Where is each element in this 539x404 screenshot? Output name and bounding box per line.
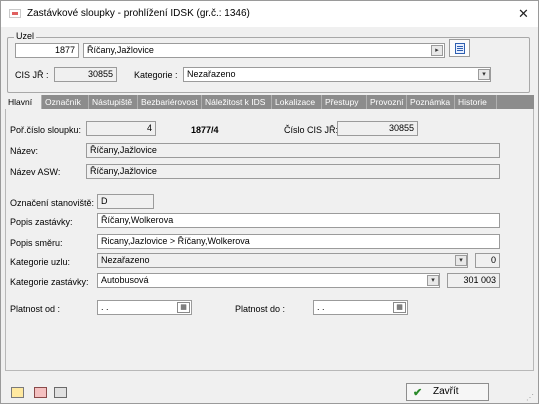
popis-smeru-field[interactable]: Ricany,Jazlovice > Říčany,Wolkerova [97,234,500,249]
uzel-cis-jr-label: CIS JŘ : [15,70,49,80]
oznaceni-label: Označení stanoviště: [10,198,95,208]
platnost-do-calendar-icon[interactable]: ▦ [393,302,406,313]
popis-zastavky-field[interactable]: Říčany,Wolkerova [97,213,500,228]
uzel-kategorie-dropdown-icon[interactable]: ▾ [478,69,490,80]
dialog-window: Zastávkové sloupky - prohlížení IDSK (gr… [0,0,539,404]
tab-nalezitost-ids[interactable]: Náležitost k IDS [202,95,272,109]
code-display: 1877/4 [191,125,219,135]
tab-bezbarierovost[interactable]: Bezbariérovost [138,95,202,109]
edit-record-icon [34,387,47,398]
nazev-asw-label: Název ASW: [10,167,61,177]
tab-historie[interactable]: Historie [455,95,497,109]
zavrit-label: Zavřít [433,386,459,397]
kategorie-uzlu-label: Kategorie uzlu: [10,257,71,267]
uzel-expand-icon[interactable]: ▸ [431,45,443,56]
tab-poznamka[interactable]: Poznámka [407,95,455,109]
kategorie-zastavky-code: 301 003 [447,273,500,288]
kategorie-uzlu-dropdown-icon[interactable]: ▾ [455,255,467,266]
title-bar: Zastávkové sloupky - prohlížení IDSK (gr… [1,1,538,27]
list-icon [455,43,465,54]
resize-grip-icon[interactable]: ⋰ [526,393,536,403]
tab-prestupy[interactable]: Přestupy [322,95,367,109]
platnost-do-label: Platnost do : [235,304,286,314]
oznaceni-field[interactable]: D [97,194,154,209]
uzel-name-field[interactable]: Říčany,Jažlovice [83,43,445,58]
kategorie-uzlu-field: Nezařazeno [97,253,468,268]
tab-nastupiste[interactable]: Nástupiště [89,95,138,109]
tab-hlavni[interactable]: Hlavní [5,95,42,109]
uzel-list-button[interactable] [449,39,470,57]
platnost-od-calendar-icon[interactable]: ▦ [177,302,190,313]
por-cislo-field[interactable]: 4 [86,121,156,136]
tab-provozni[interactable]: Provozní [367,95,407,109]
popis-zastavky-label: Popis zastávky: [10,217,73,227]
add-record-button[interactable] [7,383,27,401]
popis-smeru-label: Popis směru: [10,238,63,248]
kategorie-uzlu-code: 0 [475,253,500,268]
kategorie-zastavky-select[interactable]: Autobusová [97,273,440,288]
cislo-cis-field[interactable]: 30855 [337,121,418,136]
nazev-label: Název: [10,146,39,156]
kategorie-zastavky-dropdown-icon[interactable]: ▾ [427,275,439,286]
platnost-od-label: Platnost od : [10,304,61,314]
check-icon: ✔ [413,387,423,399]
app-icon [9,9,21,18]
tab-oznacnik[interactable]: Označník [42,95,89,109]
copy-record-button[interactable] [50,383,70,401]
zavrit-button[interactable]: ✔ Zavřít [406,383,489,401]
add-record-icon [11,387,24,398]
nazev-asw-field[interactable]: Říčany,Jažlovice [86,164,500,179]
close-button[interactable]: ✕ [509,1,538,27]
tab-bar: Hlavní Označník Nástupiště Bezbariérovos… [5,95,534,109]
uzel-kategorie-select[interactable]: Nezařazeno [183,67,491,82]
uzel-cis-jr-field: 30855 [54,67,117,82]
por-cislo-label: Poř.číslo sloupku: [10,125,82,135]
tab-lokalizace[interactable]: Lokalizace [272,95,322,109]
window-title: Zastávkové sloupky - prohlížení IDSK (gr… [27,8,250,19]
uzel-group-label: Uzel [14,31,37,41]
uzel-number-field[interactable]: 1877 [15,43,79,58]
copy-record-icon [54,387,67,398]
cislo-cis-label: Číslo CIS JŘ: [284,125,339,135]
uzel-kategorie-label: Kategorie : [134,70,178,80]
edit-record-button[interactable] [30,383,50,401]
nazev-field[interactable]: Říčany,Jažlovice [86,143,500,158]
kategorie-zastavky-label: Kategorie zastávky: [10,277,89,287]
